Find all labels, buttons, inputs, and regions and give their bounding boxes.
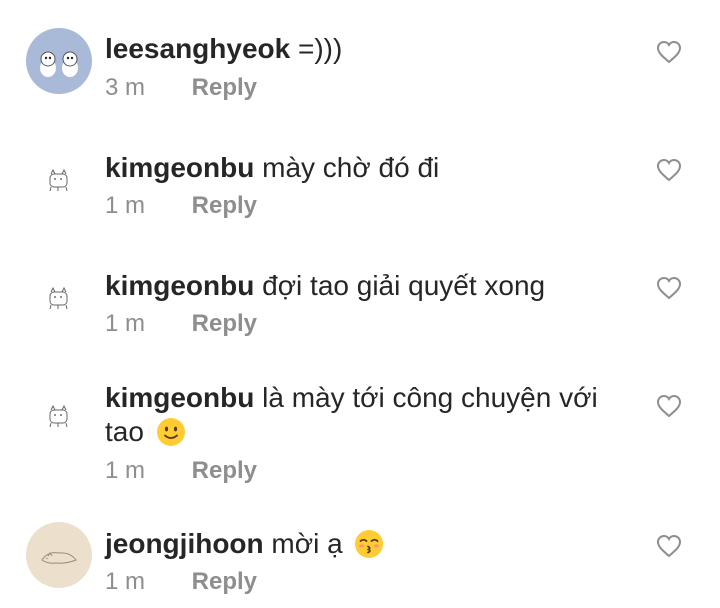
comment-meta: 1 m Reply [105, 192, 257, 220]
comment-body: kimgeonbu đợi tao giải quyết xong [105, 269, 625, 303]
sketch-cat-avatar-icon [49, 286, 68, 310]
heart-icon[interactable] [656, 534, 682, 558]
comment-body: leesanghyeok =))) [105, 32, 625, 66]
sleeping-animal-avatar-icon [41, 552, 77, 564]
comment-username[interactable]: kimgeonbu [105, 152, 254, 183]
sketch-cat-avatar-icon [49, 404, 68, 428]
comment-body: kimgeonbu mày chờ đó đi [105, 151, 625, 185]
comment-meta: 3 m Reply [105, 74, 257, 102]
kissing-face-closed-eyes-emoji-icon [355, 530, 384, 558]
sketch-cat-avatar-icon [49, 168, 68, 192]
penguin-avatar-icon [40, 51, 78, 77]
comment-time: 1 m [105, 192, 146, 219]
slightly-smiling-face-emoji-icon [156, 418, 185, 446]
comment-time: 1 m [105, 568, 146, 595]
avatar[interactable] [26, 382, 92, 448]
avatar[interactable] [26, 28, 92, 94]
comment-body: jeongjihoon mời ạ [105, 527, 625, 561]
comment-meta: 1 m Reply [105, 310, 257, 338]
comment-username[interactable]: kimgeonbu [105, 270, 254, 301]
reply-button[interactable]: Reply [192, 568, 257, 595]
heart-icon[interactable] [656, 394, 682, 418]
comment-username[interactable]: jeongjihoon [105, 528, 264, 559]
comment-text: đợi tao giải quyết xong [262, 270, 546, 301]
comment-time: 3 m [105, 74, 146, 101]
reply-button[interactable]: Reply [192, 74, 257, 101]
comment-text: mời ạ [271, 528, 343, 559]
reply-button[interactable]: Reply [192, 310, 257, 337]
avatar[interactable] [26, 522, 92, 588]
comment-body: kimgeonbu là mày tới công chuyện với tao [105, 381, 625, 449]
comment-time: 1 m [105, 310, 146, 337]
comment-meta: 1 m Reply [105, 457, 257, 485]
comment-username[interactable]: kimgeonbu [105, 382, 254, 413]
comment-text: =))) [297, 33, 343, 64]
heart-icon[interactable] [656, 276, 682, 300]
comment-text: mày chờ đó đi [262, 152, 440, 183]
avatar[interactable] [26, 264, 92, 330]
reply-button[interactable]: Reply [192, 457, 257, 484]
heart-icon[interactable] [656, 40, 682, 64]
comment-username[interactable]: leesanghyeok [105, 33, 290, 64]
comment-time: 1 m [105, 457, 146, 484]
avatar[interactable] [26, 146, 92, 212]
comment-meta: 1 m Reply [105, 568, 257, 596]
reply-button[interactable]: Reply [192, 192, 257, 219]
heart-icon[interactable] [656, 158, 682, 182]
